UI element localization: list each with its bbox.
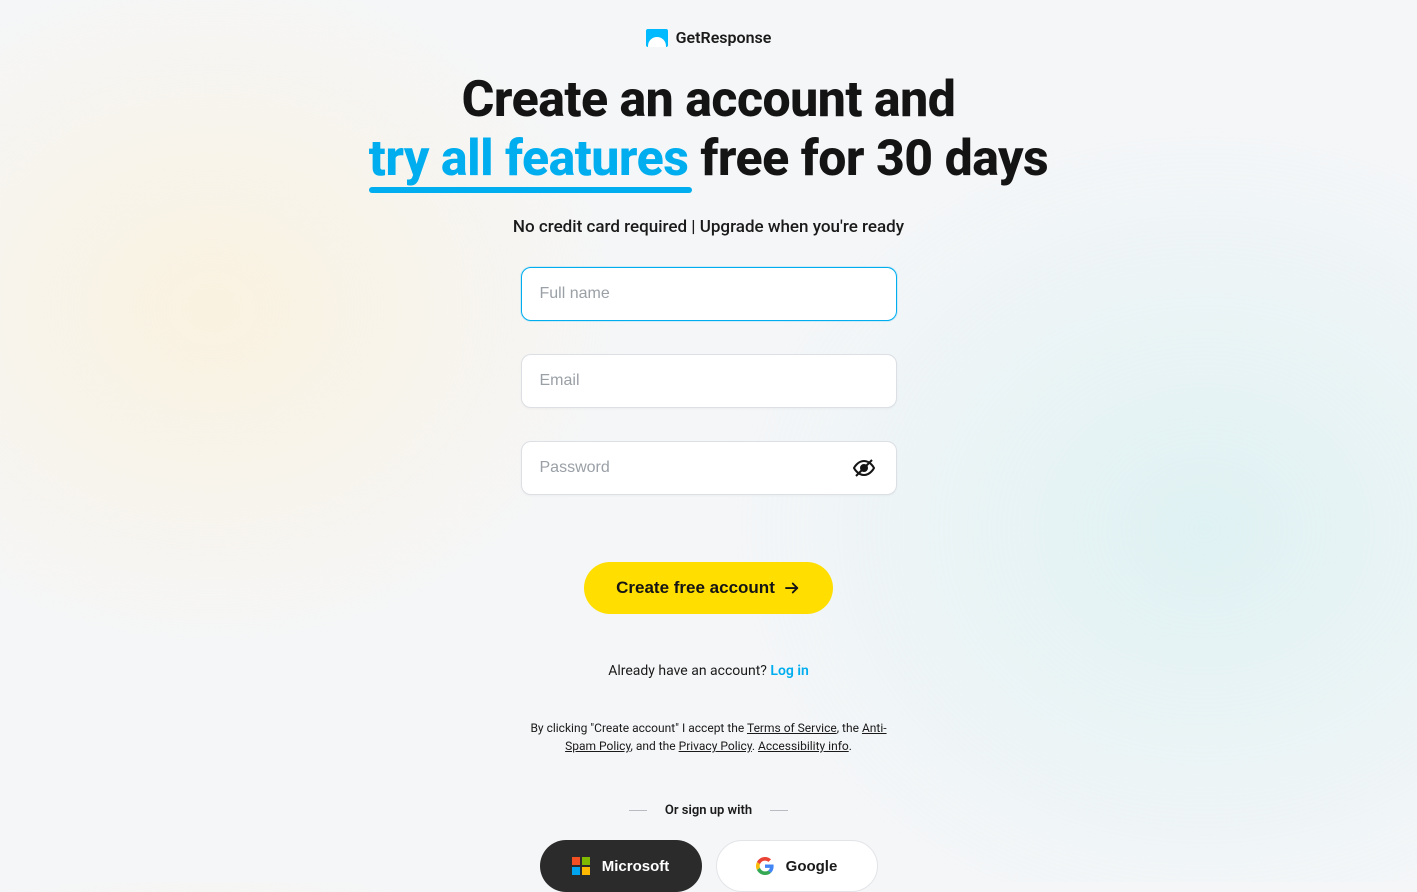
arrow-right-icon: [783, 579, 801, 597]
divider-label: Or sign up with: [665, 803, 752, 818]
signup-google-button[interactable]: Google: [716, 840, 878, 892]
email-field-wrap[interactable]: [521, 354, 897, 408]
subheadline: No credit card required | Upgrade when y…: [513, 217, 904, 237]
fullname-field-wrap[interactable]: [521, 267, 897, 321]
page-headline: Create an account and try all features f…: [369, 71, 1048, 189]
headline-line2-rest: free for 30 days: [688, 130, 1048, 188]
toggle-password-visibility-icon[interactable]: [850, 454, 878, 482]
create-account-button[interactable]: Create free account: [584, 562, 833, 614]
password-input[interactable]: [540, 459, 850, 477]
brand-name: GetResponse: [676, 28, 772, 47]
brand-logo: GetResponse: [646, 28, 772, 47]
password-field-wrap[interactable]: [521, 441, 897, 495]
google-icon: [756, 857, 774, 875]
terms-of-service-link[interactable]: Terms of Service: [747, 721, 837, 735]
signup-microsoft-button[interactable]: Microsoft: [540, 840, 702, 892]
headline-line1: Create an account and: [462, 71, 956, 129]
getresponse-icon: [646, 29, 668, 47]
accessibility-info-link[interactable]: Accessibility info: [758, 739, 849, 753]
headline-highlight: try all features: [369, 130, 689, 189]
login-link[interactable]: Log in: [770, 663, 808, 679]
login-prompt: Already have an account? Log in: [521, 663, 897, 679]
create-account-label: Create free account: [616, 578, 775, 598]
microsoft-icon: [572, 857, 590, 875]
legal-text: By clicking "Create account" I accept th…: [521, 719, 897, 755]
login-prompt-text: Already have an account?: [608, 663, 770, 679]
divider-line-right: [770, 810, 788, 811]
divider-line-left: [629, 810, 647, 811]
google-label: Google: [786, 858, 838, 875]
social-signup-divider: Or sign up with: [629, 803, 788, 818]
fullname-input[interactable]: [540, 285, 878, 303]
email-input[interactable]: [540, 372, 878, 390]
privacy-policy-link[interactable]: Privacy Policy: [679, 739, 752, 753]
microsoft-label: Microsoft: [602, 858, 670, 875]
